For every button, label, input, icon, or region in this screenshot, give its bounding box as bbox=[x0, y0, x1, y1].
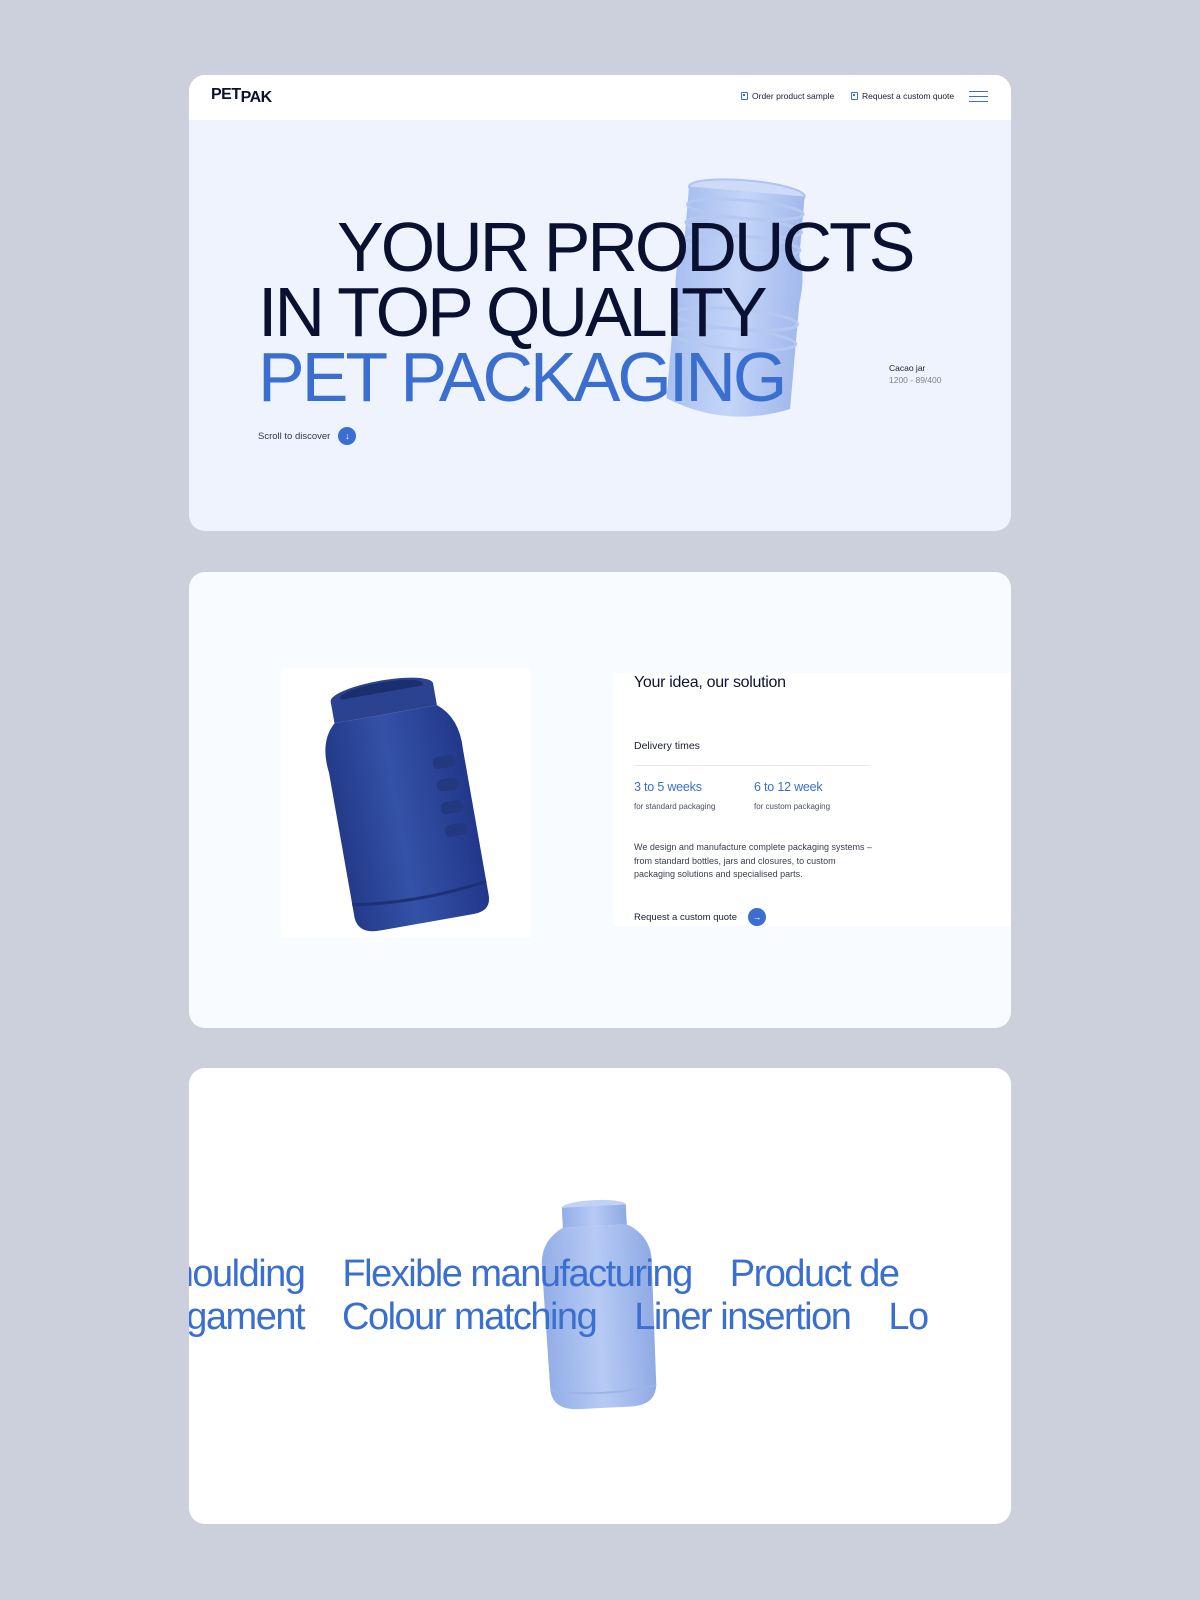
product-code: 1200 - 89/400 bbox=[889, 375, 942, 385]
custom-delivery-label: for custom packaging bbox=[754, 802, 831, 811]
headline-line-1: YOUR PRODUCTS bbox=[337, 208, 915, 286]
services-section: m moulding Flexible manufacturing Product … bbox=[189, 1068, 1011, 1524]
product-image-panel bbox=[281, 668, 531, 938]
headline-line-2: IN TOP QUALITY bbox=[258, 273, 768, 351]
info-panel bbox=[613, 673, 1011, 926]
custom-quote-label: Request a custom quote bbox=[862, 91, 955, 101]
solution-title: Your idea, our solution bbox=[634, 674, 786, 691]
menu-icon[interactable] bbox=[969, 91, 988, 102]
request-quote-button[interactable]: Request a custom quote → bbox=[634, 908, 766, 926]
service-item: Product de bbox=[729, 1253, 900, 1295]
service-item: Liner insertion bbox=[634, 1296, 852, 1338]
order-sample-link[interactable]: Order product sample bbox=[741, 91, 834, 101]
service-item: nagament bbox=[189, 1296, 306, 1338]
arrow-right-icon: → bbox=[747, 908, 766, 926]
arrow-down-icon: ↓ bbox=[338, 427, 357, 445]
product-caption: Cacao jar 1200 - 89/400 bbox=[889, 362, 941, 386]
divider bbox=[634, 765, 870, 766]
custom-delivery-value: 6 to 12 week bbox=[754, 780, 823, 794]
service-item: Colour matching bbox=[342, 1296, 598, 1338]
headline-line-3: PET PACKAGING bbox=[258, 338, 787, 416]
services-marquee-row-2: nagament Colour matching Liner insertion Lo bbox=[189, 1294, 1011, 1340]
petpak-logo[interactable]: PETPAK bbox=[211, 86, 273, 106]
services-marquee-row-1: m moulding Flexible manufacturing Product … bbox=[189, 1251, 1011, 1297]
custom-quote-link[interactable]: Request a custom quote bbox=[851, 91, 954, 101]
delivery-times-label: Delivery times bbox=[634, 740, 700, 752]
standard-delivery-label: for standard packaging bbox=[634, 802, 716, 811]
top-navigation-bar: PETPAK Order product sample Request a cu… bbox=[189, 75, 1011, 120]
order-sample-label: Order product sample bbox=[752, 91, 835, 101]
logo-pak-text: PAK bbox=[240, 89, 273, 106]
solution-description: We design and manufacture complete packa… bbox=[634, 842, 872, 879]
scroll-label: Scroll to discover bbox=[258, 430, 331, 442]
quote-icon bbox=[851, 92, 858, 100]
standard-delivery-value: 3 to 5 weeks bbox=[634, 780, 702, 794]
service-item: Flexible manufacturing bbox=[342, 1253, 693, 1295]
request-quote-label: Request a custom quote bbox=[634, 911, 737, 923]
hero-section: PETPAK Order product sample Request a cu… bbox=[189, 75, 1011, 531]
service-item: Lo bbox=[888, 1296, 929, 1338]
service-item: m moulding bbox=[189, 1253, 306, 1295]
logo-pet-text: PET bbox=[211, 86, 241, 103]
blue-jar-image bbox=[325, 677, 490, 932]
product-name: Cacao jar bbox=[889, 363, 926, 373]
scroll-to-discover-button[interactable]: Scroll to discover ↓ bbox=[258, 427, 357, 445]
solution-section: Your idea, our solution Delivery times 3… bbox=[189, 572, 1011, 1028]
sample-icon bbox=[741, 92, 748, 100]
